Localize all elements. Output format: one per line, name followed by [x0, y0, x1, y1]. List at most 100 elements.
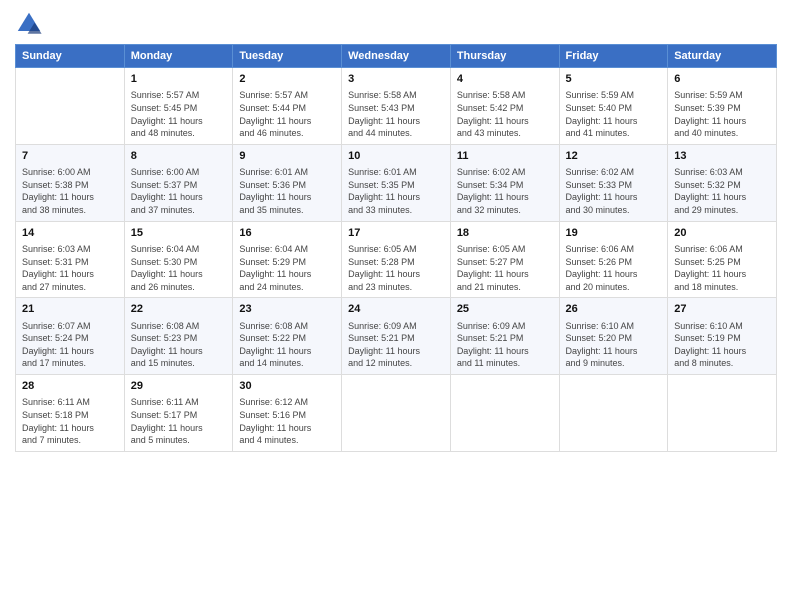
day-number: 16: [239, 226, 335, 241]
day-number: 2: [239, 72, 335, 87]
day-number: 12: [566, 149, 662, 164]
col-header-monday: Monday: [124, 45, 233, 68]
day-cell: 19 Sunrise: 6:06 AM Sunset: 5:26 PM Dayli…: [559, 221, 668, 298]
logo: [15, 10, 47, 38]
day-cell: 11 Sunrise: 6:02 AM Sunset: 5:34 PM Dayli…: [450, 144, 559, 221]
day-number: 27: [674, 302, 770, 317]
day-info: Sunrise: 6:03 AM Sunset: 5:32 PM Dayligh…: [674, 166, 770, 216]
day-cell: 18Sunrise: 6:05 AM Sunset: 5:27 PM Dayli…: [450, 221, 559, 298]
day-cell: 22 Sunrise: 6:08 AM Sunset: 5:23 PM Dayli…: [124, 298, 233, 375]
day-number: 9: [239, 149, 335, 164]
day-cell: 24 Sunrise: 6:09 AM Sunset: 5:21 PM Dayli…: [342, 298, 451, 375]
day-info: Sunrise: 6:06 AM Sunset: 5:26 PM Dayligh…: [566, 243, 662, 293]
day-number: 25: [457, 302, 553, 317]
day-info: Sunrise: 6:09 AM Sunset: 5:21 PM Dayligh…: [348, 320, 444, 370]
day-info: Sunrise: 5:59 AM Sunset: 5:40 PM Dayligh…: [566, 89, 662, 139]
day-info: Sunrise: 5:58 AM Sunset: 5:43 PM Dayligh…: [348, 89, 444, 139]
day-info: Sunrise: 6:05 AM Sunset: 5:28 PM Dayligh…: [348, 243, 444, 293]
day-number: 24: [348, 302, 444, 317]
day-number: 1: [131, 72, 227, 87]
day-number: 7: [22, 149, 118, 164]
week-row-1: 7 Sunrise: 6:00 AM Sunset: 5:38 PM Daylig…: [16, 144, 777, 221]
day-cell: 29 Sunrise: 6:11 AM Sunset: 5:17 PM Dayli…: [124, 375, 233, 452]
day-number: 11: [457, 149, 553, 164]
day-info: Sunrise: 6:00 AM Sunset: 5:37 PM Dayligh…: [131, 166, 227, 216]
week-row-4: 28 Sunrise: 6:11 AM Sunset: 5:18 PM Dayli…: [16, 375, 777, 452]
day-number: 18: [457, 226, 553, 241]
day-number: 22: [131, 302, 227, 317]
day-cell: 4Sunrise: 5:58 AM Sunset: 5:42 PM Daylig…: [450, 68, 559, 145]
day-info: Sunrise: 6:03 AM Sunset: 5:31 PM Dayligh…: [22, 243, 118, 293]
day-cell: 15Sunrise: 6:04 AM Sunset: 5:30 PM Dayli…: [124, 221, 233, 298]
day-number: 20: [674, 226, 770, 241]
day-info: Sunrise: 6:01 AM Sunset: 5:36 PM Dayligh…: [239, 166, 335, 216]
day-cell: [668, 375, 777, 452]
logo-icon: [15, 10, 43, 38]
header-row: SundayMondayTuesdayWednesdayThursdayFrid…: [16, 45, 777, 68]
day-info: Sunrise: 6:10 AM Sunset: 5:20 PM Dayligh…: [566, 320, 662, 370]
day-cell: 3 Sunrise: 5:58 AM Sunset: 5:43 PM Daylig…: [342, 68, 451, 145]
day-number: 30: [239, 379, 335, 394]
day-cell: [559, 375, 668, 452]
week-row-3: 21Sunrise: 6:07 AM Sunset: 5:24 PM Dayli…: [16, 298, 777, 375]
day-cell: 16 Sunrise: 6:04 AM Sunset: 5:29 PM Dayli…: [233, 221, 342, 298]
day-number: 5: [566, 72, 662, 87]
day-cell: 28 Sunrise: 6:11 AM Sunset: 5:18 PM Dayli…: [16, 375, 125, 452]
day-cell: 6 Sunrise: 5:59 AM Sunset: 5:39 PM Daylig…: [668, 68, 777, 145]
day-cell: 5 Sunrise: 5:59 AM Sunset: 5:40 PM Daylig…: [559, 68, 668, 145]
day-info: Sunrise: 6:01 AM Sunset: 5:35 PM Dayligh…: [348, 166, 444, 216]
day-cell: [16, 68, 125, 145]
day-cell: 25Sunrise: 6:09 AM Sunset: 5:21 PM Dayli…: [450, 298, 559, 375]
day-number: 26: [566, 302, 662, 317]
week-row-0: 1 Sunrise: 5:57 AM Sunset: 5:45 PM Daylig…: [16, 68, 777, 145]
day-cell: 14 Sunrise: 6:03 AM Sunset: 5:31 PM Dayli…: [16, 221, 125, 298]
day-number: 13: [674, 149, 770, 164]
col-header-friday: Friday: [559, 45, 668, 68]
day-info: Sunrise: 6:00 AM Sunset: 5:38 PM Dayligh…: [22, 166, 118, 216]
day-number: 3: [348, 72, 444, 87]
day-number: 17: [348, 226, 444, 241]
day-number: 6: [674, 72, 770, 87]
day-cell: 13 Sunrise: 6:03 AM Sunset: 5:32 PM Dayli…: [668, 144, 777, 221]
header: [15, 10, 777, 38]
col-header-saturday: Saturday: [668, 45, 777, 68]
page: SundayMondayTuesdayWednesdayThursdayFrid…: [0, 0, 792, 612]
day-cell: 27 Sunrise: 6:10 AM Sunset: 5:19 PM Dayli…: [668, 298, 777, 375]
day-info: Sunrise: 6:10 AM Sunset: 5:19 PM Dayligh…: [674, 320, 770, 370]
day-info: Sunrise: 6:04 AM Sunset: 5:30 PM Dayligh…: [131, 243, 227, 293]
day-info: Sunrise: 6:02 AM Sunset: 5:34 PM Dayligh…: [457, 166, 553, 216]
col-header-tuesday: Tuesday: [233, 45, 342, 68]
day-info: Sunrise: 6:06 AM Sunset: 5:25 PM Dayligh…: [674, 243, 770, 293]
day-number: 8: [131, 149, 227, 164]
week-row-2: 14 Sunrise: 6:03 AM Sunset: 5:31 PM Dayli…: [16, 221, 777, 298]
day-number: 14: [22, 226, 118, 241]
col-header-sunday: Sunday: [16, 45, 125, 68]
day-cell: [450, 375, 559, 452]
day-cell: 1 Sunrise: 5:57 AM Sunset: 5:45 PM Daylig…: [124, 68, 233, 145]
day-number: 28: [22, 379, 118, 394]
day-info: Sunrise: 6:08 AM Sunset: 5:23 PM Dayligh…: [131, 320, 227, 370]
calendar-table: SundayMondayTuesdayWednesdayThursdayFrid…: [15, 44, 777, 452]
col-header-wednesday: Wednesday: [342, 45, 451, 68]
day-cell: [342, 375, 451, 452]
day-cell: 23Sunrise: 6:08 AM Sunset: 5:22 PM Dayli…: [233, 298, 342, 375]
day-number: 10: [348, 149, 444, 164]
day-cell: 7 Sunrise: 6:00 AM Sunset: 5:38 PM Daylig…: [16, 144, 125, 221]
day-cell: 12 Sunrise: 6:02 AM Sunset: 5:33 PM Dayli…: [559, 144, 668, 221]
day-cell: 2Sunrise: 5:57 AM Sunset: 5:44 PM Daylig…: [233, 68, 342, 145]
day-cell: 10 Sunrise: 6:01 AM Sunset: 5:35 PM Dayli…: [342, 144, 451, 221]
day-number: 21: [22, 302, 118, 317]
day-number: 29: [131, 379, 227, 394]
day-info: Sunrise: 6:12 AM Sunset: 5:16 PM Dayligh…: [239, 396, 335, 446]
day-info: Sunrise: 6:11 AM Sunset: 5:18 PM Dayligh…: [22, 396, 118, 446]
day-number: 23: [239, 302, 335, 317]
day-info: Sunrise: 5:58 AM Sunset: 5:42 PM Dayligh…: [457, 89, 553, 139]
day-cell: 17 Sunrise: 6:05 AM Sunset: 5:28 PM Dayli…: [342, 221, 451, 298]
day-cell: 9 Sunrise: 6:01 AM Sunset: 5:36 PM Daylig…: [233, 144, 342, 221]
day-info: Sunrise: 5:57 AM Sunset: 5:45 PM Dayligh…: [131, 89, 227, 139]
day-info: Sunrise: 5:59 AM Sunset: 5:39 PM Dayligh…: [674, 89, 770, 139]
day-info: Sunrise: 6:02 AM Sunset: 5:33 PM Dayligh…: [566, 166, 662, 216]
day-number: 19: [566, 226, 662, 241]
day-info: Sunrise: 6:11 AM Sunset: 5:17 PM Dayligh…: [131, 396, 227, 446]
day-info: Sunrise: 6:04 AM Sunset: 5:29 PM Dayligh…: [239, 243, 335, 293]
